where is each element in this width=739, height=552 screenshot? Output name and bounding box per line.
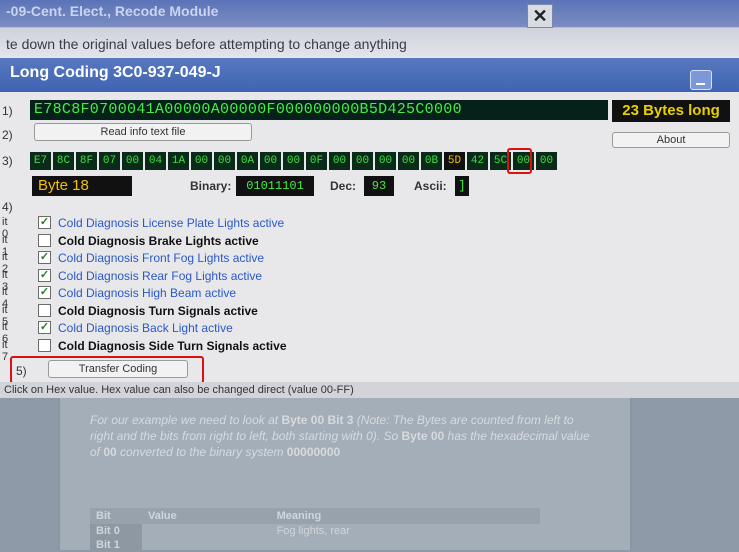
instruction-emphasis: Byte 00 [401, 429, 445, 443]
byte-cell[interactable]: 00 [122, 152, 143, 170]
transfer-coding-highlight [10, 356, 204, 384]
table-cell: Fog lights, rear [276, 525, 350, 537]
byte-cell[interactable]: 00 [214, 152, 235, 170]
bytes-long-indicator: 23 Bytes long [612, 100, 730, 122]
instruction-emphasis: Byte 00 Bit 3 [281, 413, 354, 427]
table-header-row: Bit Value Meaning [90, 508, 540, 524]
bit-checkbox[interactable]: ✓ [38, 216, 51, 229]
byte-cell[interactable]: 8C [53, 152, 74, 170]
bit-label: Cold Diagnosis Turn Signals active [58, 303, 258, 318]
instruction-text-part: converted to the binary system [116, 445, 287, 459]
bit-checkbox[interactable] [38, 338, 51, 352]
parent-window-note: te down the original values before attem… [6, 36, 407, 52]
byte-cell[interactable]: 00 [398, 152, 419, 170]
byte-cell[interactable]: 42 [467, 152, 488, 170]
column-header: Meaning [270, 508, 540, 524]
long-coding-window: Long Coding 3C0-937-049-J 1) E78C8F07000… [0, 58, 739, 398]
byte-cell[interactable]: 04 [145, 152, 166, 170]
selected-byte-label: Byte 18 [32, 176, 132, 196]
bit-checkbox[interactable] [38, 233, 51, 247]
bit-label: Cold Diagnosis Rear Fog Lights active [58, 268, 263, 283]
window-title: Long Coding 3C0-937-049-J [10, 64, 221, 81]
byte-cell[interactable]: 00 [283, 152, 304, 170]
bit-label: Cold Diagnosis Side Turn Signals active [58, 338, 287, 353]
byte-cell[interactable]: 00 [191, 152, 212, 170]
dec-label: Dec: [330, 179, 357, 193]
bit-checkbox[interactable]: ✓ [38, 286, 51, 299]
status-bar: Click on Hex value. Hex value can also b… [0, 382, 739, 398]
binary-label: Binary: [190, 179, 232, 193]
table-cell: Bit 0 [90, 524, 142, 538]
row-label-4: 4) [2, 200, 13, 214]
bit-label: Cold Diagnosis Front Fog Lights active [58, 251, 265, 265]
binary-value: 01011101 [236, 176, 314, 196]
bit-label: Cold Diagnosis High Beam active [58, 286, 237, 300]
byte-cell[interactable]: 1A [168, 152, 189, 170]
bit-label: Cold Diagnosis Brake Lights active [58, 233, 259, 248]
byte-cell[interactable]: 0A [237, 152, 258, 170]
ascii-value: ] [455, 176, 469, 196]
byte-cell[interactable]: 0F [306, 152, 327, 170]
bit-label: Cold Diagnosis License Plate Lights acti… [58, 216, 285, 230]
window-title-bar: Long Coding 3C0-937-049-J [0, 58, 739, 92]
byte-cell[interactable]: 00 [352, 152, 373, 170]
bit-checkbox[interactable]: ✓ [38, 321, 51, 334]
instruction-text: For our example we need to look at Byte … [90, 412, 590, 460]
close-icon[interactable]: ✕ [527, 4, 553, 28]
byte-cell[interactable]: 00 [260, 152, 281, 170]
bit-meaning-table: Bit Value Meaning Bit 0 Fog lights, rear… [90, 508, 540, 552]
byte-cell[interactable]: 5D [444, 152, 465, 170]
coding-value-field[interactable]: E78C8F0700041A00000A00000F000000000B5D42… [30, 100, 608, 120]
dec-value: 93 [364, 176, 394, 196]
bit-checkbox[interactable]: ✓ [38, 268, 51, 282]
instruction-text-part: For our example we need to look at [90, 413, 282, 427]
bit-checkbox[interactable]: ✓ [38, 251, 51, 264]
ascii-label: Ascii: [414, 179, 447, 193]
byte-cell[interactable]: 0B [421, 152, 442, 170]
column-header: Bit [90, 508, 142, 524]
minimize-icon[interactable] [690, 70, 712, 90]
column-header: Value [142, 508, 271, 524]
instruction-page: For our example we need to look at Byte … [58, 398, 632, 552]
byte-cell[interactable]: E7 [30, 152, 51, 170]
byte-cell[interactable]: 00 [536, 152, 557, 170]
bit-label: Cold Diagnosis Back Light active [58, 321, 233, 335]
byte-strip: E7 8C 8F 07 00 04 1A 00 00 0A 00 00 0F 00 00 00 00 0B 5D 42… [30, 152, 557, 170]
row-label-3: 3) [2, 154, 13, 168]
selected-byte-highlight [507, 148, 532, 174]
bit-tag: it 7 [2, 338, 9, 363]
byte-cell[interactable]: 00 [375, 152, 396, 170]
bit-checkbox[interactable] [38, 303, 51, 317]
byte-cell[interactable]: 07 [99, 152, 120, 170]
table-cell [142, 524, 271, 538]
table-row: Bit 0 Fog lights, rear [90, 524, 540, 538]
instruction-emphasis: 00 [103, 445, 117, 459]
byte-cell[interactable]: 8F [76, 152, 97, 170]
instruction-emphasis: 00000000 [286, 445, 341, 459]
row-label-2: 2) [2, 128, 13, 142]
about-button[interactable]: About [612, 132, 730, 148]
parent-window-title: -09-Cent. Elect., Recode Module [6, 3, 219, 19]
byte-cell[interactable]: 00 [329, 152, 350, 170]
row-label-1: 1) [2, 104, 13, 118]
read-info-text-file-button[interactable]: Read info text file [34, 123, 252, 141]
